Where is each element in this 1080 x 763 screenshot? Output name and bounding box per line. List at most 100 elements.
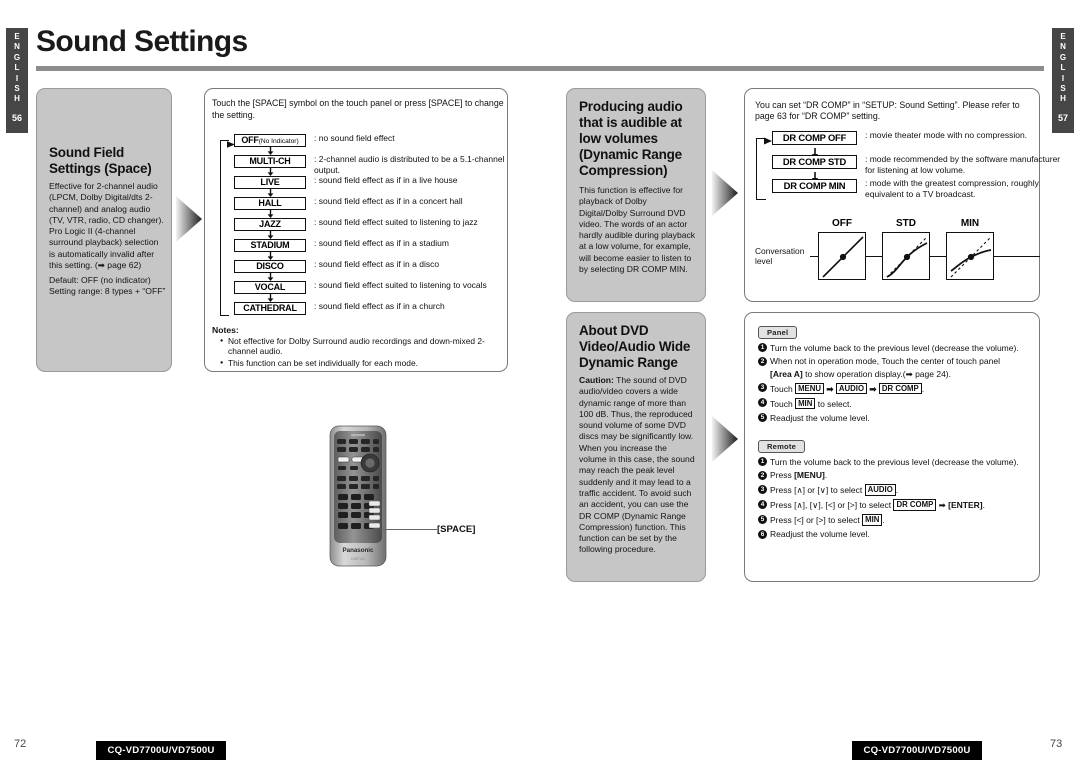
- arrow-right-icon: ➡: [936, 500, 949, 511]
- sound-field-heading-line2: Settings (Space): [49, 161, 152, 176]
- flow-option-vocal[interactable]: VOCAL: [234, 281, 306, 294]
- step-period: .: [982, 500, 986, 511]
- note-item: Not effective for Dolby Surround audio r…: [220, 336, 502, 357]
- dr-comp-option-min[interactable]: DR COMP MIN: [772, 179, 857, 193]
- footer-model-left: CQ-VD7700U/VD7500U: [96, 741, 226, 760]
- dr-comp-option-desc: : mode recommended by the software manuf…: [865, 154, 1061, 175]
- about-dvd-body: Caution: The sound of DVD audio/video co…: [579, 375, 695, 556]
- footer-page-right: 73: [1050, 738, 1063, 750]
- step-number: 4: [758, 398, 767, 408]
- flow-option-multi-ch[interactable]: MULTI-CH: [234, 155, 306, 168]
- sound-field-panel: Sound Field Settings (Space) Effective f…: [36, 88, 172, 372]
- down-arrow-icon: [267, 210, 274, 218]
- flow-option-off[interactable]: OFF(No Indicator): [234, 134, 306, 147]
- key-enter[interactable]: [ENTER]: [948, 500, 982, 510]
- dr-comp-option-std[interactable]: DR COMP STD: [772, 155, 857, 169]
- tab-letter: G: [13, 52, 21, 62]
- step-text: When not in operation mode, Touch the ce…: [770, 356, 1000, 367]
- step-number: 4: [758, 499, 767, 509]
- remote-step-6: 6 Readjust the volume level.: [758, 529, 1032, 540]
- tab-letter: S: [14, 84, 20, 94]
- notes-heading: Notes:: [212, 325, 239, 335]
- step-text: Turn the volume back to the previous lev…: [770, 342, 1019, 353]
- flow-option-label: CATHEDRAL: [243, 303, 297, 313]
- graph-label-std: STD: [896, 218, 916, 229]
- flow-row: CATHEDRAL : sound field effect as if in …: [234, 301, 505, 323]
- flow-option-label: MULTI-CH: [249, 156, 291, 166]
- key-min[interactable]: MIN: [862, 514, 883, 526]
- key-menu-bracket[interactable]: [MENU]: [794, 470, 825, 480]
- dr-comp-row: DR COMP MIN : mode with the greatest com…: [772, 178, 1041, 203]
- step-text: Press: [770, 470, 795, 481]
- flow-option-jazz[interactable]: JAZZ: [234, 218, 306, 231]
- remote-step-3: 3 Press [∧] or [∨] to select AUDIO.: [758, 484, 1032, 496]
- graph-curve-min: [946, 232, 994, 280]
- panel-step-4: 4 Touch MIN to select.: [758, 397, 1030, 410]
- arrow-right-icon: ➡: [869, 383, 877, 394]
- page-title: Sound Settings: [36, 25, 248, 58]
- dr-heading-line1: Producing audio: [579, 99, 683, 114]
- flow-option-stadium[interactable]: STADIUM: [234, 239, 306, 252]
- footer-page-left: 72: [14, 738, 27, 750]
- key-menu[interactable]: MENU: [795, 382, 825, 395]
- step-number: 2: [758, 356, 767, 366]
- flow-option-hall[interactable]: HALL: [234, 197, 306, 210]
- key-dr-comp[interactable]: DR COMP: [893, 499, 937, 511]
- remote-step-1: 1 Turn the volume back to the previous le…: [758, 457, 1032, 468]
- tab-letter: L: [1060, 63, 1066, 73]
- conv-label-line2: level: [755, 256, 773, 267]
- language-tab-right: E N G L I S H 57: [1052, 28, 1074, 133]
- flow-row: VOCAL : sound field effect suited to lis…: [234, 280, 505, 302]
- flow-option-cathedral[interactable]: CATHEDRAL: [234, 302, 306, 315]
- panel-step-3: 3 Touch MENU ➡ AUDIO ➡ DR COMP.: [758, 382, 1030, 395]
- graph-curve-std: [882, 232, 930, 280]
- step-text: Touch: [770, 398, 793, 409]
- flow-option-disco[interactable]: DISCO: [234, 260, 306, 273]
- down-arrow-icon: [267, 231, 274, 239]
- step-text: to select.: [817, 398, 852, 409]
- panel-step-1: 1 Turn the volume back to the previous le…: [758, 343, 1030, 354]
- area-a-label: [Area A]: [770, 368, 803, 379]
- dr-heading-line4: (Dynamic Range: [579, 147, 682, 162]
- down-arrow-icon: [267, 273, 274, 281]
- language-tab-left-page: 56: [11, 112, 22, 123]
- flow-intro-text: Touch the [SPACE] symbol on the touch pa…: [212, 98, 504, 120]
- flow-loop-bracket: [220, 140, 229, 316]
- down-arrow-icon: [267, 252, 274, 260]
- flow-arrow-icon: [176, 196, 202, 242]
- flow-option-label: LIVE: [260, 177, 280, 187]
- step-number: 2: [758, 470, 767, 480]
- flow-option-live[interactable]: LIVE: [234, 176, 306, 189]
- sound-field-heading-line1: Sound Field: [49, 145, 125, 160]
- dynamic-range-body: This function is effective for playback …: [579, 185, 696, 275]
- flow-option-desc: : 2-channel audio is distributed to be a…: [314, 154, 505, 175]
- flow-row: LIVE : sound field effect as if in a liv…: [234, 175, 505, 197]
- key-dr-comp[interactable]: DR COMP: [878, 382, 922, 395]
- step-text: Readjust the volume level.: [770, 412, 870, 423]
- dr-comp-loop-arrow-icon: [764, 133, 772, 145]
- key-min[interactable]: MIN: [795, 397, 816, 410]
- dr-comp-option-off[interactable]: DR COMP OFF: [772, 131, 857, 145]
- down-arrow-icon: [811, 145, 819, 158]
- note-item: This function can be set individually fo…: [220, 358, 502, 369]
- step-number: 5: [758, 413, 767, 423]
- step-text: Press [<] or [>] to select: [770, 515, 863, 526]
- remote-subbrand: CAR AV: [351, 556, 366, 561]
- flow-row: JAZZ : sound field effect suited to list…: [234, 217, 505, 239]
- key-audio[interactable]: AUDIO: [835, 382, 868, 395]
- flow-arrow-icon: [712, 170, 738, 216]
- step-text: Press [∧], [∨], [<] or [>] to select: [770, 500, 894, 511]
- language-tab-right-letters: E N G L I S H: [1052, 32, 1074, 105]
- dynamic-range-panel: Producing audio that is audible at low v…: [566, 88, 706, 302]
- arrow-right-icon: ➡: [826, 383, 834, 394]
- dr-comp-option-desc: : movie theater mode with no compression…: [865, 130, 1028, 140]
- sound-field-default: Default: OFF (no indicator): [49, 275, 151, 285]
- down-arrow-icon: [267, 168, 274, 176]
- flow-option-desc: : no sound field effect: [314, 133, 395, 143]
- dr-heading-line2: that is audible at: [579, 115, 682, 130]
- key-audio[interactable]: AUDIO: [864, 484, 896, 496]
- down-arrow-icon: [811, 169, 819, 182]
- graph-label-off: OFF: [832, 218, 852, 229]
- step-number: 5: [758, 514, 767, 524]
- manual-page: E N G L I S H 56 E N G L I S H 57 Sound …: [0, 0, 1080, 763]
